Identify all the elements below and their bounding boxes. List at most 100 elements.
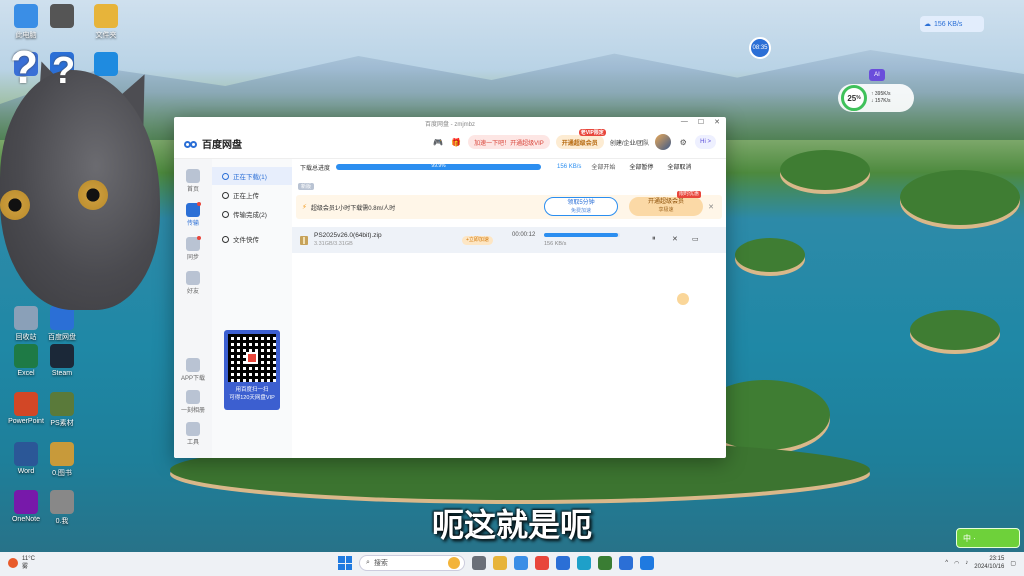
- task-view-icon[interactable]: [472, 556, 486, 570]
- baidu-netdisk-window: 百度网盘 - zmjmbz — ☐ ✕ 百度网盘 🎮 🎁 加速一下吧！开通超级V…: [174, 117, 726, 458]
- cancel-all-button[interactable]: 全部取消: [663, 162, 695, 172]
- desktop-icon[interactable]: 0.图书: [40, 442, 84, 478]
- baidu-netdisk-taskbar-icon[interactable]: [619, 556, 633, 570]
- desktop-icon[interactable]: Steam: [40, 344, 84, 377]
- logo-text: 百度网盘: [202, 140, 242, 151]
- settings-icon[interactable]: ⚙: [677, 136, 689, 148]
- free-speedup-button[interactable]: 领取5分钟 免费加速: [544, 197, 618, 216]
- close-button[interactable]: ✕: [714, 118, 720, 126]
- store-icon[interactable]: [514, 556, 528, 570]
- rail-bottom-item[interactable]: 工具: [181, 422, 205, 446]
- window-titlebar[interactable]: 百度网盘 - zmjmbz — ☐ ✕: [174, 117, 726, 129]
- wifi-icon[interactable]: ◠: [954, 560, 959, 567]
- weather-temp: 11°C: [22, 556, 35, 562]
- wallpaper-island: [910, 310, 1000, 350]
- desktop-icon-label: 0.图书: [52, 470, 72, 477]
- tray-expand-icon[interactable]: ^: [945, 560, 948, 566]
- rail-item[interactable]: 好友: [186, 271, 200, 295]
- app-header: 百度网盘 🎮 🎁 加速一下吧！开通超级VIP 开通超级会员 老VIP限定 创建/…: [174, 129, 726, 159]
- side-item-icon: [222, 172, 229, 180]
- desktop-icon[interactable]: PS素材: [40, 392, 84, 428]
- left-nav-rail: 首页传输同步好友 APP下载一刻相册工具: [174, 159, 212, 458]
- app-icon: [14, 392, 38, 416]
- desktop-icon[interactable]: 百度网盘: [40, 306, 84, 342]
- minimize-button[interactable]: —: [681, 118, 688, 126]
- start-all-button[interactable]: 全部开始: [587, 162, 619, 172]
- search-icon: ⌕: [366, 559, 370, 566]
- rail-label: APP下载: [180, 376, 205, 382]
- weather-widget[interactable]: 11°C 雾: [8, 555, 35, 571]
- floating-clock-bubble[interactable]: 08:35: [749, 37, 771, 59]
- pause-icon[interactable]: ⏸: [652, 235, 656, 243]
- side-item[interactable]: 正在下载(1): [212, 167, 292, 185]
- game-icon[interactable]: 🎮: [432, 136, 444, 148]
- volume-icon[interactable]: ♪: [965, 560, 968, 566]
- app-download-qr-card[interactable]: 用百度扫一扫 可得120天网盘VIP: [224, 330, 280, 410]
- qr-caption-line1: 用百度扫一扫: [235, 387, 269, 393]
- side-item[interactable]: 文件快传: [212, 230, 292, 248]
- input-method-badge[interactable]: 中 ·: [956, 528, 1020, 548]
- desktop-icon[interactable]: [40, 4, 84, 30]
- app-blue-icon[interactable]: [556, 556, 570, 570]
- desktop-icon[interactable]: 文件夹: [84, 4, 128, 40]
- transfer-sidebar: 正在下载(1) 正在上传 传输完成(2) 文件快传 用百度扫一扫 可得120天网盘VI…: [212, 159, 292, 458]
- speedup-now-button[interactable]: +立即加速: [462, 236, 493, 245]
- gift-icon[interactable]: 🎁: [450, 136, 462, 148]
- open-folder-icon[interactable]: ▭: [692, 235, 699, 243]
- search-placeholder: 搜索: [373, 560, 388, 567]
- svip-promo-button[interactable]: 开通超级会员 老VIP限定: [555, 129, 606, 149]
- close-banner-icon[interactable]: ✕: [708, 203, 714, 211]
- taskbar-search[interactable]: ⌕ 搜索: [359, 555, 465, 571]
- rail-label: 首页: [186, 187, 199, 193]
- network-speed-widget[interactable]: ☁ 156 KB/s: [920, 16, 984, 32]
- rail-item[interactable]: 首页: [186, 169, 200, 193]
- wallpaper-island: [735, 238, 805, 272]
- maximize-button[interactable]: ☐: [698, 118, 704, 126]
- rail-item[interactable]: 同步: [186, 236, 201, 261]
- cat-eye: [0, 190, 30, 220]
- notification-icon[interactable]: ▢: [1010, 560, 1016, 567]
- download-panel: 下载总进度 99.9% 156 KB/s 全部开始 全部暂停 全部取消 新版 ⚡…: [292, 159, 726, 458]
- app-icon: [50, 4, 74, 28]
- rail-label: 传输: [186, 221, 199, 227]
- file-explorer-icon[interactable]: [493, 556, 507, 570]
- app-icon: [50, 442, 74, 466]
- pause-all-button[interactable]: 全部暂停: [625, 162, 657, 172]
- cpu-percent: 25: [847, 93, 857, 103]
- rail-bottom-item[interactable]: 一刻相册: [181, 390, 205, 414]
- taskbar-clock[interactable]: 23:15 2024/10/16: [974, 555, 1004, 571]
- question-mark-icon: ?: [10, 41, 39, 93]
- download-toolbar: 下载总进度 99.9% 156 KB/s 全部开始 全部暂停 全部取消: [292, 159, 726, 175]
- download-rate: 157K/s: [874, 98, 891, 104]
- video-subtitle: 呃这就是呃: [431, 506, 592, 544]
- app-blue2-icon[interactable]: [640, 556, 654, 570]
- side-item[interactable]: 正在上传: [212, 186, 292, 204]
- cloud-icon: ☁: [924, 21, 931, 28]
- rail-label: 一刻相册: [180, 408, 205, 414]
- user-avatar[interactable]: [655, 134, 672, 150]
- performance-widget[interactable]: 25% ↑ 395K/s ↓ 157K/s: [838, 84, 914, 112]
- vip-status-badge[interactable]: Hi >: [695, 135, 716, 149]
- ai-badge[interactable]: AI: [869, 69, 885, 81]
- open-svip-button[interactable]: 开通超级会员 享极速 限时优惠: [629, 191, 703, 216]
- cancel-icon[interactable]: ✕: [672, 235, 678, 243]
- app-red-icon[interactable]: [535, 556, 549, 570]
- open-svip-sub: 享极速: [658, 207, 674, 213]
- download-row[interactable]: PS2025v26.0(64bit).zip 3.31GB/3.31GB +立即…: [292, 227, 726, 253]
- start-button[interactable]: [338, 556, 352, 570]
- search-highlight-icon: [448, 557, 460, 569]
- vip-promo-button[interactable]: 加速一下吧！开通超级VIP: [468, 135, 550, 149]
- cpu-usage-ring: 25%: [841, 85, 867, 111]
- edge-icon[interactable]: [577, 556, 591, 570]
- rail-item[interactable]: 传输: [186, 202, 201, 227]
- photos-icon[interactable]: [598, 556, 612, 570]
- rail-bottom-item[interactable]: APP下载: [181, 358, 205, 382]
- svip-promo-tag: 老VIP限定: [578, 129, 606, 136]
- app-icon: [14, 306, 38, 330]
- notification-dot: [197, 236, 201, 240]
- side-item[interactable]: 传输完成(2): [212, 205, 292, 223]
- total-progress-bar: 99.9%: [336, 163, 542, 170]
- team-link[interactable]: 创建/企业/团队: [610, 138, 649, 147]
- speedup-banner: ⚡ 超级会员1小时下载需0.8m/人时 领取5分钟 免费加速 开通超级会员 享极…: [296, 191, 722, 219]
- desktop-icon-label: Steam: [51, 370, 73, 377]
